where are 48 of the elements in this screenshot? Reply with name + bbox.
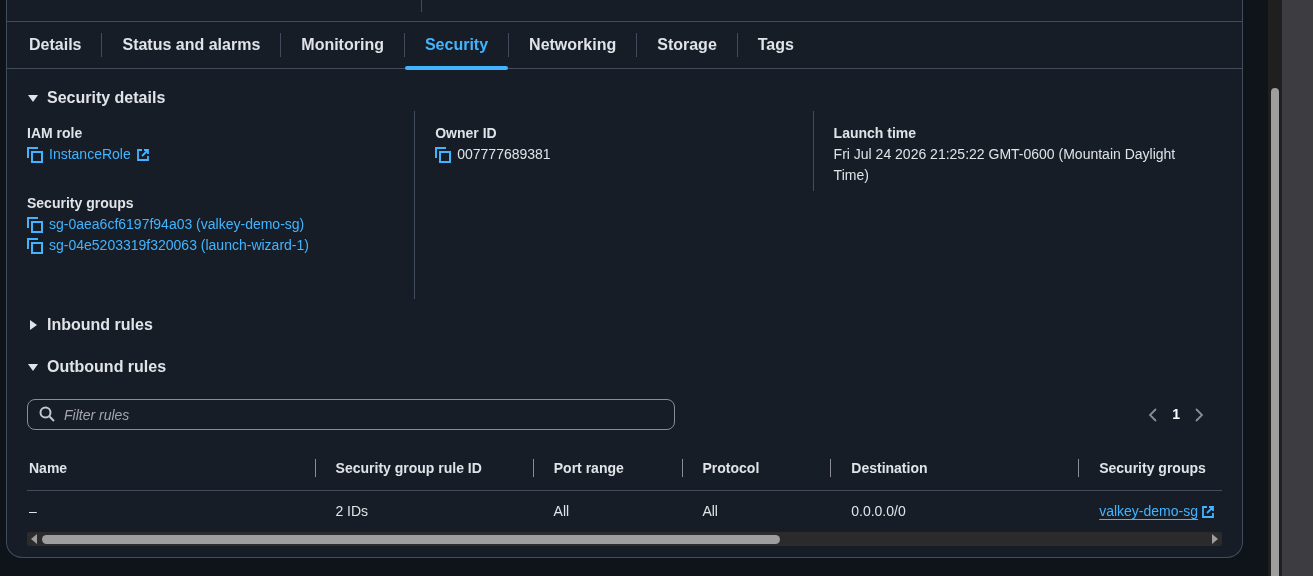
- field-label: IAM role: [27, 124, 84, 143]
- column-header: Destination: [851, 458, 928, 478]
- copy-icon[interactable]: [27, 146, 43, 163]
- next-page-icon[interactable]: [1194, 407, 1204, 422]
- tab[interactable]: Tags: [737, 22, 814, 68]
- table-cell-text: –: [29, 502, 37, 521]
- page-number[interactable]: 1: [1172, 404, 1180, 425]
- copy-icon[interactable]: [435, 146, 452, 163]
- search-icon: [39, 406, 55, 422]
- section-header[interactable]: Inbound rules: [27, 314, 1222, 336]
- link[interactable]: sg-04e5203319f320063 (launch-wizard-1): [49, 235, 309, 256]
- table-cell-text: All: [553, 502, 570, 521]
- tab[interactable]: Details: [9, 22, 102, 68]
- external-link-icon: [1201, 505, 1214, 518]
- caret-icon: [27, 319, 39, 331]
- column-header: Security group rule ID: [335, 458, 482, 478]
- column-header: Protocol: [702, 458, 760, 478]
- section-header[interactable]: Security details: [27, 87, 1222, 109]
- table-cell-text: All: [702, 502, 718, 521]
- previous-page-icon[interactable]: [1148, 407, 1159, 422]
- caret-icon: [27, 361, 39, 373]
- column-header: Security groups: [1099, 458, 1206, 478]
- tab[interactable]: Security: [404, 22, 509, 68]
- link[interactable]: valkey-demo-sg: [1099, 501, 1198, 522]
- vertical-scrollbar-thumb[interactable]: [1271, 88, 1279, 576]
- section-header[interactable]: Outbound rules: [27, 356, 1222, 378]
- column-header: Port range: [553, 458, 624, 478]
- tab[interactable]: Monitoring: [281, 22, 404, 68]
- link[interactable]: InstanceRole: [49, 144, 131, 165]
- tab[interactable]: Storage: [637, 22, 737, 68]
- table-cell-text: 0.0.0.0/0: [851, 502, 906, 521]
- table-cell-text: 2 IDs: [335, 502, 369, 521]
- column-header: Name: [29, 458, 68, 478]
- caret-icon: [27, 92, 39, 104]
- horizontal-scrollbar[interactable]: [27, 532, 1222, 546]
- tab[interactable]: Status and alarms: [102, 22, 281, 68]
- link[interactable]: sg-0aea6cf6197f94a03 (valkey-demo-sg): [49, 214, 305, 235]
- copy-icon[interactable]: [27, 237, 43, 254]
- copy-icon[interactable]: [27, 216, 43, 233]
- field-value: Fri Jul 24 2026 21:25:22 GMT-0600 (Mountain Daylight Time): [833, 145, 1177, 185]
- field-value: 007777689381: [457, 145, 551, 164]
- field-label: Security groups: [27, 194, 135, 213]
- field-label: Launch time: [833, 124, 918, 143]
- tab[interactable]: Networking: [509, 22, 637, 68]
- filter-field[interactable]: Filter rules: [27, 399, 675, 430]
- field-label: Owner ID: [435, 124, 498, 143]
- scroll-right-icon[interactable]: [1211, 534, 1219, 544]
- scroll-left-icon[interactable]: [30, 534, 38, 544]
